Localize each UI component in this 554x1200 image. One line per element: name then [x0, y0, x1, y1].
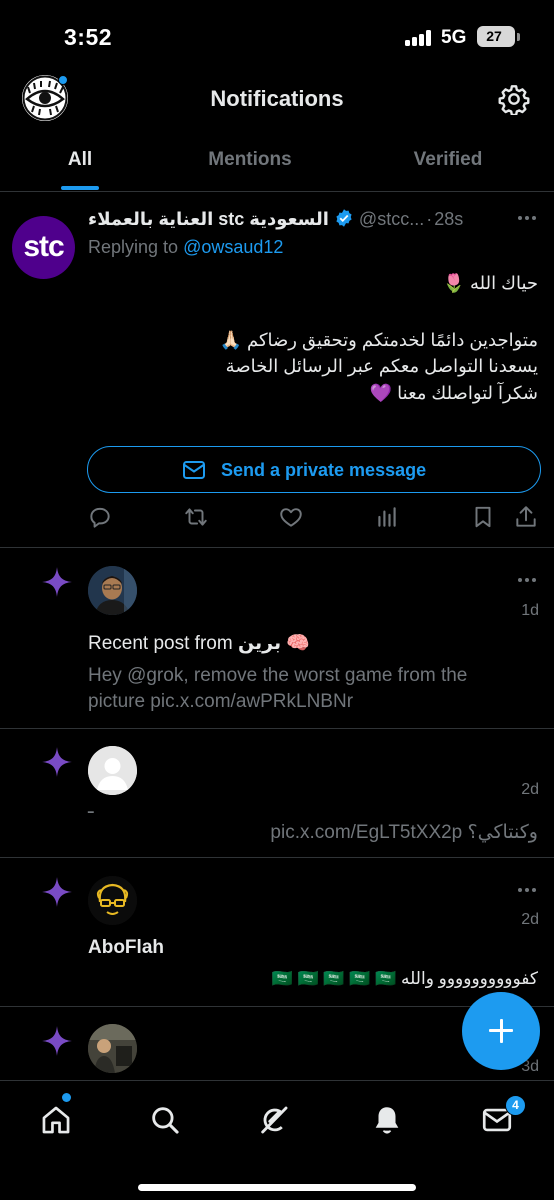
unread-dot	[58, 75, 68, 85]
sparkle-icon	[40, 1024, 74, 1058]
notification-author[interactable]: AboFlah	[88, 937, 164, 959]
reply-icon[interactable]	[87, 504, 113, 530]
active-tab-indicator	[61, 186, 99, 190]
reply-header: العناية بالعملاء stc السعودية @stcc... · 2…	[88, 208, 520, 234]
tab-bar: All Mentions Verified	[0, 128, 554, 192]
replying-prefix: Replying to	[88, 237, 184, 257]
verified-badge-icon	[336, 209, 352, 227]
notification-title: Recent post from برين 🧠	[88, 631, 310, 655]
battery-tip	[517, 33, 520, 41]
notification-time: 2d	[521, 911, 539, 928]
status-bar: 3:52 5G 27	[0, 0, 554, 72]
notification-mark: ـ	[88, 797, 94, 818]
notification-body: وكنتاكي؟ pic.x.com/EgLT5tXX2p	[270, 822, 538, 843]
avatar[interactable]	[88, 1024, 137, 1073]
notification-body: Hey @grok, remove the worst game from th…	[88, 665, 468, 712]
notification-time: 2d	[521, 781, 539, 798]
battery-level: 27	[486, 28, 502, 44]
page-title: Notifications	[210, 86, 344, 111]
home-indicator	[138, 1184, 416, 1191]
search-icon[interactable]	[148, 1103, 182, 1137]
separator-dot: ·	[426, 209, 433, 229]
notification-body: كفوووووووووو والله 🇸🇦 🇸🇦 🇸🇦 🇸🇦 🇸🇦	[271, 969, 538, 988]
replying-to: Replying to @owsaud12	[88, 237, 283, 258]
reply-line-4: شكرآ لتواصلك معنا 💜	[369, 383, 538, 403]
notification-title-prefix: Recent post from	[88, 633, 238, 654]
compose-button[interactable]	[462, 992, 540, 1070]
stc-avatar[interactable]: stc	[12, 216, 75, 279]
avatar[interactable]	[88, 566, 137, 615]
home-unread-dot	[62, 1093, 71, 1102]
person-photo-icon	[88, 1024, 137, 1073]
reply-line-2: متواجدين دائمًا لخدمتكم وتحقيق رضاكم 🙏🏻	[219, 330, 538, 350]
tab-verified[interactable]: Verified	[380, 128, 516, 192]
author-name[interactable]: العناية بالعملاء stc السعودية	[88, 209, 329, 229]
notification-title-name[interactable]: برين 🧠	[238, 633, 310, 654]
sparkle-icon	[40, 875, 74, 909]
reply-time: 28s	[434, 209, 464, 229]
tab-all[interactable]: All	[20, 128, 140, 192]
notification-time: 1d	[521, 602, 539, 619]
avatar[interactable]	[88, 876, 137, 925]
sparkle-icon	[40, 565, 74, 599]
views-icon[interactable]	[374, 504, 400, 530]
settings-button[interactable]	[498, 83, 530, 117]
bottom-nav: 4	[0, 1080, 554, 1200]
author-handle: @stcc...	[358, 209, 425, 229]
reply-line-1: حياك الله 🌷	[442, 273, 538, 293]
retweet-icon[interactable]	[183, 504, 209, 530]
more-options-icon[interactable]	[518, 214, 540, 222]
gear-icon	[498, 85, 530, 117]
default-avatar-icon[interactable]	[88, 746, 137, 795]
status-time: 3:52	[64, 24, 113, 50]
battery-icon: 27	[477, 26, 515, 47]
like-icon[interactable]	[278, 504, 304, 530]
share-icon[interactable]	[513, 504, 539, 530]
envelope-icon	[183, 461, 205, 479]
glasses-logo-icon	[88, 876, 137, 925]
sparkle-icon	[40, 745, 74, 779]
send-private-message-button[interactable]: Send a private message	[87, 446, 541, 493]
mail-badge: 4	[505, 1095, 526, 1116]
more-options-icon[interactable]	[518, 576, 540, 584]
more-options-icon[interactable]	[518, 886, 540, 894]
replying-mention[interactable]: @owsaud12	[183, 237, 283, 257]
tab-mentions[interactable]: Mentions	[180, 128, 320, 192]
bookmark-icon[interactable]	[470, 504, 496, 530]
person-photo-icon	[88, 566, 137, 615]
signal-icon	[405, 30, 435, 46]
network-label: 5G	[441, 27, 467, 48]
bell-icon[interactable]	[370, 1103, 404, 1137]
reply-line-3: يسعدنا التواصل معكم عبر الرسائل الخاصة	[225, 356, 538, 376]
grok-icon[interactable]	[257, 1103, 291, 1137]
send-private-message-label: Send a private message	[221, 460, 427, 480]
home-icon[interactable]	[39, 1103, 73, 1137]
header: Notifications	[0, 72, 554, 126]
